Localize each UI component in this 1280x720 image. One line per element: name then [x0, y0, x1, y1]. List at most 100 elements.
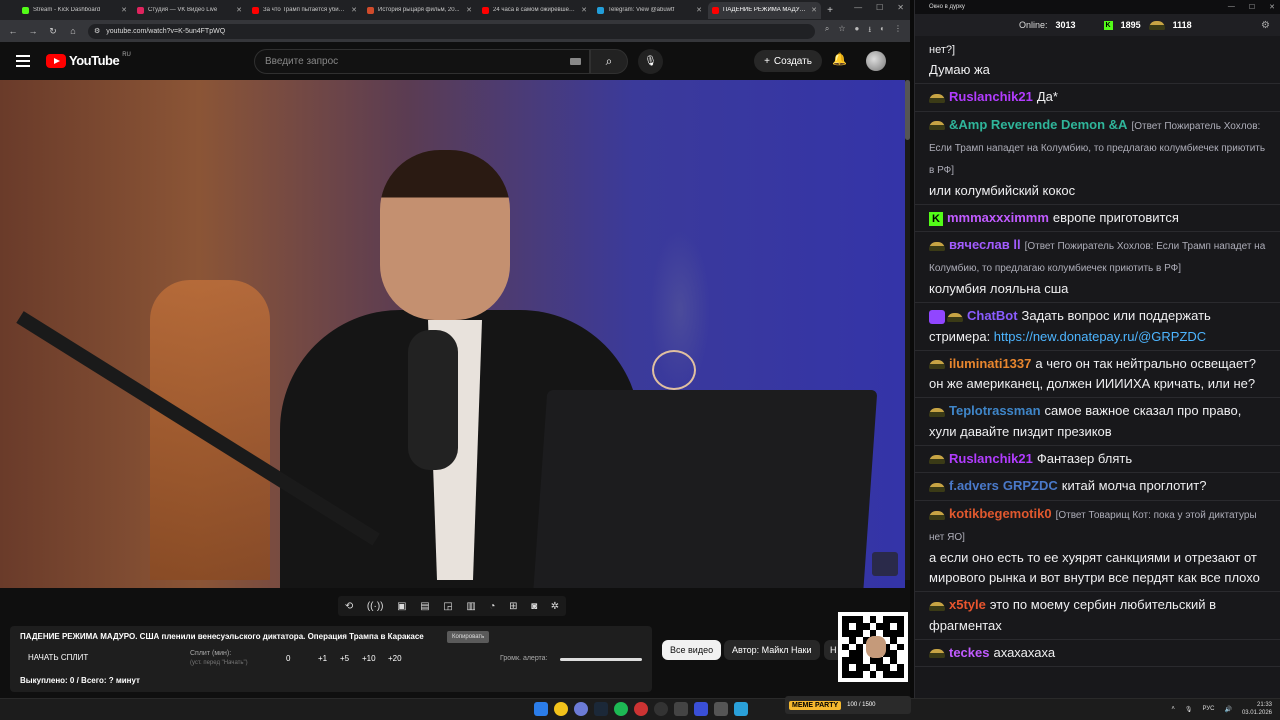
notifications-icon[interactable]: 🔔 [832, 52, 847, 66]
keyboard-icon[interactable] [570, 58, 581, 65]
bookmark-icon[interactable]: ☆ [838, 24, 845, 38]
language-indicator[interactable]: РУС [1202, 706, 1214, 712]
chat-maximize-icon[interactable]: ☐ [1249, 3, 1255, 11]
watch-later-icon[interactable]: ▣ [397, 601, 406, 612]
more-icon[interactable]: ⋮ [894, 24, 902, 38]
increment-button-1[interactable]: +1 [318, 654, 327, 663]
tab-close-icon[interactable]: ✕ [351, 6, 357, 14]
chat-username[interactable]: iluminati1337 [949, 356, 1031, 371]
new-tab-button[interactable]: + [823, 5, 837, 16]
site-info-icon[interactable]: ⚙ [94, 27, 100, 35]
chat-message-list[interactable]: нет?] Думаю жа Ruslanchik21 Да* &Amp Reveren… [915, 36, 1280, 684]
minimize-icon[interactable]: — [854, 3, 862, 12]
reload-icon[interactable]: ↻ [48, 26, 58, 37]
tab-close-icon[interactable]: ✕ [696, 6, 702, 14]
start-icon[interactable] [534, 702, 548, 716]
search-button[interactable]: ⌕ [590, 49, 628, 74]
zoom-icon[interactable]: ⌕ [825, 24, 829, 38]
copy-button[interactable]: Копировать [447, 631, 490, 643]
browser-tab[interactable]: Telegram: View @abuwtf ✕ [593, 2, 706, 19]
loop-icon[interactable]: ⟲ [345, 601, 353, 612]
obs-icon[interactable] [654, 702, 668, 716]
telegram-icon[interactable] [734, 702, 748, 716]
chat-mention[interactable]: GRPZDC [1003, 478, 1058, 493]
download-icon[interactable]: ⭳ [868, 24, 871, 38]
tray-mic-icon[interactable]: 🎙 [1185, 706, 1193, 713]
chat-username[interactable]: ChatBot [967, 308, 1018, 323]
search-input[interactable]: Введите запрос [254, 49, 590, 74]
chat-username[interactable]: Teplotrassman [949, 403, 1041, 418]
alert-volume-slider[interactable] [560, 658, 642, 661]
chat-username[interactable]: teckes [949, 645, 989, 660]
chip-author[interactable]: Автор: Майкл Наки [724, 640, 820, 660]
chat-close-icon[interactable]: ✕ [1269, 3, 1275, 11]
film-icon[interactable]: ▥ [466, 601, 475, 612]
spotify-icon[interactable] [614, 702, 628, 716]
tab-close-icon[interactable]: ✕ [236, 6, 242, 14]
browser-tab[interactable]: Stream - Kick Dashboard ✕ [18, 2, 131, 19]
add-icon[interactable]: ⊞ [509, 601, 517, 612]
youtube-logo[interactable]: YouTube RU [46, 52, 131, 68]
player-icon[interactable] [694, 702, 708, 716]
split-value[interactable]: 0 [286, 654, 290, 663]
chip-more[interactable]: Н [824, 640, 838, 660]
browser-tab[interactable]: Студия — VK Видео Live ✕ [133, 2, 246, 19]
audio-icon[interactable]: ((·)) [367, 601, 384, 612]
increment-button-10[interactable]: +10 [362, 654, 376, 663]
chat-username[interactable]: Ruslanchik21 [949, 89, 1033, 104]
chat-username[interactable]: &Amp Reverende Demon &A [949, 117, 1127, 132]
clock[interactable]: 21:33 03.01.2026 [1242, 701, 1272, 717]
back-icon[interactable]: ← [8, 26, 18, 36]
volume-icon[interactable]: 🔊 [1224, 706, 1231, 713]
discord-icon[interactable] [574, 702, 588, 716]
pip-icon[interactable]: ◲ [443, 601, 452, 612]
menu-icon[interactable] [16, 55, 30, 67]
chat-username[interactable]: f.advers [949, 478, 999, 493]
chat-username[interactable]: mmmaxxximmm [947, 210, 1049, 225]
browser-tab[interactable]: ПАДЕНИЕ РЕЖИМА МАДУРО... ✕ [708, 1, 821, 19]
browser-tab[interactable]: История рыцаря фильм, 20... ✕ [363, 2, 476, 19]
page-scrollbar[interactable] [905, 80, 910, 580]
chat-link[interactable]: https://new.donatepay.ru/@GRPZDC [994, 329, 1206, 344]
browser-tab[interactable]: За что Трамп пытается убить... ✕ [248, 2, 361, 19]
opera-icon[interactable] [634, 702, 648, 716]
profile-icon[interactable]: ◐ [880, 24, 885, 38]
avatar[interactable] [866, 51, 886, 71]
speed-icon[interactable]: ◔ [489, 601, 495, 612]
video-player[interactable] [0, 80, 905, 588]
increment-button-5[interactable]: +5 [340, 654, 349, 663]
increment-button-20[interactable]: +20 [388, 654, 402, 663]
home-icon[interactable]: ⌂ [68, 26, 78, 36]
chip-all-videos[interactable]: Все видео [662, 640, 722, 660]
screenshot-icon[interactable]: ◙ [531, 601, 537, 612]
bot-badge-icon [929, 310, 945, 325]
explorer-icon[interactable] [714, 702, 728, 716]
chat-username[interactable]: x5tyle [949, 597, 986, 612]
forward-icon[interactable]: → [28, 26, 38, 36]
start-split-button[interactable]: НАЧАТЬ СПЛИТ [28, 653, 88, 662]
url-field[interactable]: ⚙ youtube.com/watch?v=K-5un4FTpWQ [88, 23, 815, 39]
steam-icon[interactable] [594, 702, 608, 716]
settings-icon[interactable]: ✲ [551, 601, 559, 612]
tab-close-icon[interactable]: ✕ [466, 6, 472, 14]
chat-username[interactable]: kotikbegemotik0 [949, 506, 1052, 521]
chat-settings-icon[interactable]: ⚙ [1261, 20, 1270, 31]
tray-chevron-icon[interactable]: ˄ [1171, 706, 1175, 712]
chrome-icon[interactable] [554, 702, 568, 716]
close-icon[interactable]: ✕ [897, 3, 904, 12]
maximize-icon[interactable]: ☐ [876, 3, 883, 12]
clip-icon[interactable]: ▤ [420, 601, 429, 612]
chat-minimize-icon[interactable]: — [1228, 3, 1235, 11]
tab-close-icon[interactable]: ✕ [811, 6, 817, 14]
chat-username[interactable]: вячеслав ll [949, 237, 1021, 252]
app-icon[interactable] [674, 702, 688, 716]
scrollbar-thumb[interactable] [905, 80, 910, 140]
tab-close-icon[interactable]: ✕ [121, 6, 127, 14]
voice-search-button[interactable]: 🎙 [638, 49, 663, 74]
create-button[interactable]: + Создать [754, 50, 822, 72]
donation-qr-code [838, 612, 908, 682]
tab-close-icon[interactable]: ✕ [581, 6, 587, 14]
extension-icon[interactable]: ● [855, 24, 860, 38]
browser-tab[interactable]: 24 часа в самом ожиревшем... ✕ [478, 2, 591, 19]
chat-username[interactable]: Ruslanchik21 [949, 451, 1033, 466]
